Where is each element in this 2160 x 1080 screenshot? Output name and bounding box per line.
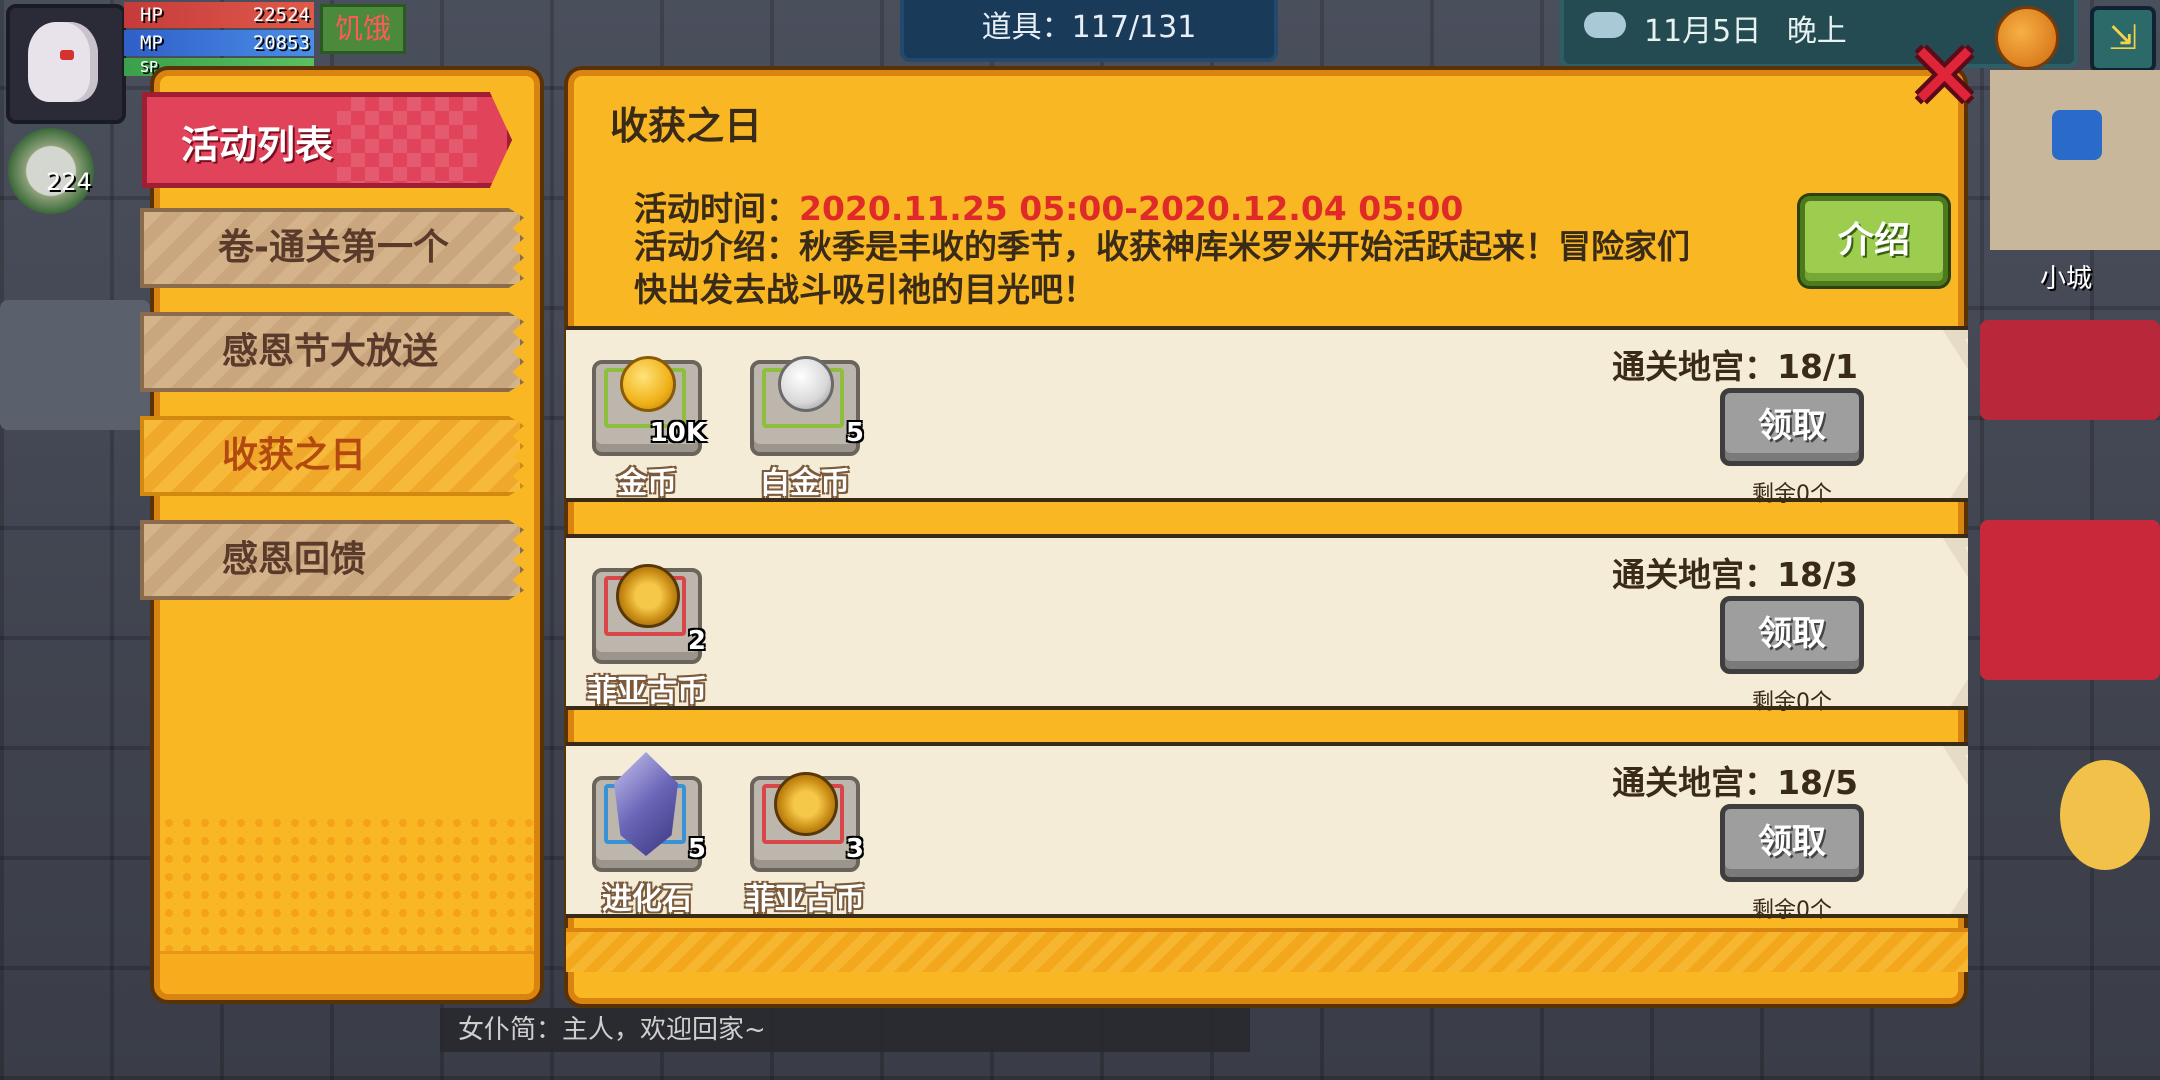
hp-value: 22524 xyxy=(252,4,310,26)
event-time-value: 2020.11.25 05:00-2020.12.04 05:00 xyxy=(799,189,1464,228)
avatar-eye xyxy=(60,50,74,60)
activity-list-header: 活动列表 xyxy=(142,92,512,188)
gold-coin-icon xyxy=(620,356,676,412)
sidebar-item-label: 感恩节大放送 xyxy=(222,331,439,372)
event-description-line: 活动介绍：秋季是丰收的季节，收获神库米罗米开始活跃起来！冒险家们 xyxy=(634,227,1690,266)
mp-bar: MP 20853 xyxy=(124,30,314,56)
sidebar-item-harvest-day[interactable]: 收获之日 xyxy=(140,416,524,496)
fia-ancient-coin-icon xyxy=(616,564,680,628)
player-portrait[interactable] xyxy=(6,4,126,124)
intro-button[interactable]: 介绍 xyxy=(1800,196,1948,286)
item-count: 10K xyxy=(649,418,706,448)
reward-item[interactable]: 5 白金币 xyxy=(750,356,864,501)
remaining-count: 剩余0个 xyxy=(1752,898,1832,923)
expand-icon[interactable]: ⇲ xyxy=(2090,6,2156,72)
claim-button[interactable]: 领取 xyxy=(1720,804,1864,882)
buff-count: 224 xyxy=(46,168,92,196)
item-name: 菲亚古币 xyxy=(745,882,865,917)
reward-requirement: 通关地宫：18/1 xyxy=(1612,347,1858,386)
background-tile xyxy=(2060,760,2150,870)
sidebar-item-first-clear[interactable]: 卷-通关第一个 xyxy=(140,208,524,288)
platinum-coin-icon xyxy=(778,356,834,412)
event-description-line: 快出发去战斗吸引祂的目光吧！ xyxy=(634,270,1096,309)
fia-ancient-coin-icon xyxy=(774,772,838,836)
minimap-player-marker xyxy=(2052,110,2102,160)
claim-button[interactable]: 领取 xyxy=(1720,596,1864,674)
date: 11月5日 xyxy=(1644,14,1762,49)
rain-cloud-icon xyxy=(1584,12,1626,38)
item-count: 3 xyxy=(845,834,864,864)
remaining-count: 剩余0个 xyxy=(1752,482,1832,507)
sidebar-item-label: 感恩回馈 xyxy=(222,539,367,580)
item-name: 进化石 xyxy=(602,882,692,917)
location-label: 小城 xyxy=(2040,264,2093,294)
star-watermark-icon xyxy=(1942,330,1968,498)
globe-icon[interactable] xyxy=(1995,6,2059,70)
star-watermark-icon xyxy=(1942,538,1968,706)
item-name: 菲亚古币 xyxy=(587,674,707,709)
time-of-day: 晚上 xyxy=(1786,14,1847,49)
hp-label: HP xyxy=(140,4,163,26)
sidebar-item-label: 卷-通关第一个 xyxy=(218,227,449,268)
star-watermark-icon xyxy=(1942,746,1968,914)
chat-message: 女仆简：主人，欢迎回家~ xyxy=(440,1008,1250,1052)
inventory-counter[interactable]: 道具：117/131 xyxy=(900,0,1278,62)
item-count: 2 xyxy=(687,626,706,656)
item-name: 白金币 xyxy=(760,466,850,501)
remaining-count: 剩余0个 xyxy=(1752,690,1832,715)
panel-bottom-strip xyxy=(566,928,1968,972)
sidebar-item-thanksgiving-feedback[interactable]: 感恩回馈 xyxy=(140,520,524,600)
status-badge: 饥饿 xyxy=(320,4,406,54)
stat-bars: HP 22524 MP 20853 SP xyxy=(124,2,314,78)
reward-item[interactable]: 2 菲亚古币 xyxy=(587,564,707,709)
hp-bar: HP 22524 xyxy=(124,2,314,28)
claim-button[interactable]: 领取 xyxy=(1720,388,1864,466)
sidebar-item-thanksgiving-giveaway[interactable]: 感恩节大放送 xyxy=(140,312,524,392)
sidebar-item-label: 收获之日 xyxy=(222,435,367,476)
date-text: 11月5日 晚上 xyxy=(1644,0,1847,64)
reward-item[interactable]: 3 菲亚古币 xyxy=(745,772,865,917)
background-tile xyxy=(1980,520,2160,680)
item-count: 5 xyxy=(845,418,864,448)
sidebar-footer xyxy=(160,951,534,994)
activity-list-title: 活动列表 xyxy=(181,123,334,167)
close-icon[interactable]: ✕ xyxy=(1906,31,1983,123)
item-count: 5 xyxy=(687,834,706,864)
event-title: 收获之日 xyxy=(610,104,763,148)
mp-value: 20853 xyxy=(252,32,310,54)
avatar xyxy=(28,22,98,102)
background-tile xyxy=(0,300,150,430)
background-tile xyxy=(1980,320,2160,420)
buff-icon[interactable]: 224 xyxy=(8,128,94,214)
item-name: 金币 xyxy=(617,466,677,501)
reward-item[interactable]: 10K 金币 xyxy=(592,356,706,501)
reward-item[interactable]: 5 进化石 xyxy=(592,752,706,917)
reward-requirement: 通关地宫：18/5 xyxy=(1612,763,1858,802)
event-time-label: 活动时间： xyxy=(634,189,799,228)
reward-requirement: 通关地宫：18/3 xyxy=(1612,555,1858,594)
minimap[interactable] xyxy=(1990,70,2160,250)
mp-label: MP xyxy=(140,32,163,54)
event-time: 活动时间：2020.11.25 05:00-2020.12.04 05:00 xyxy=(634,182,1463,230)
event-description: 活动介绍：秋季是丰收的季节，收获神库米罗米开始活跃起来！冒险家们 快出发去战斗吸… xyxy=(634,225,1784,311)
